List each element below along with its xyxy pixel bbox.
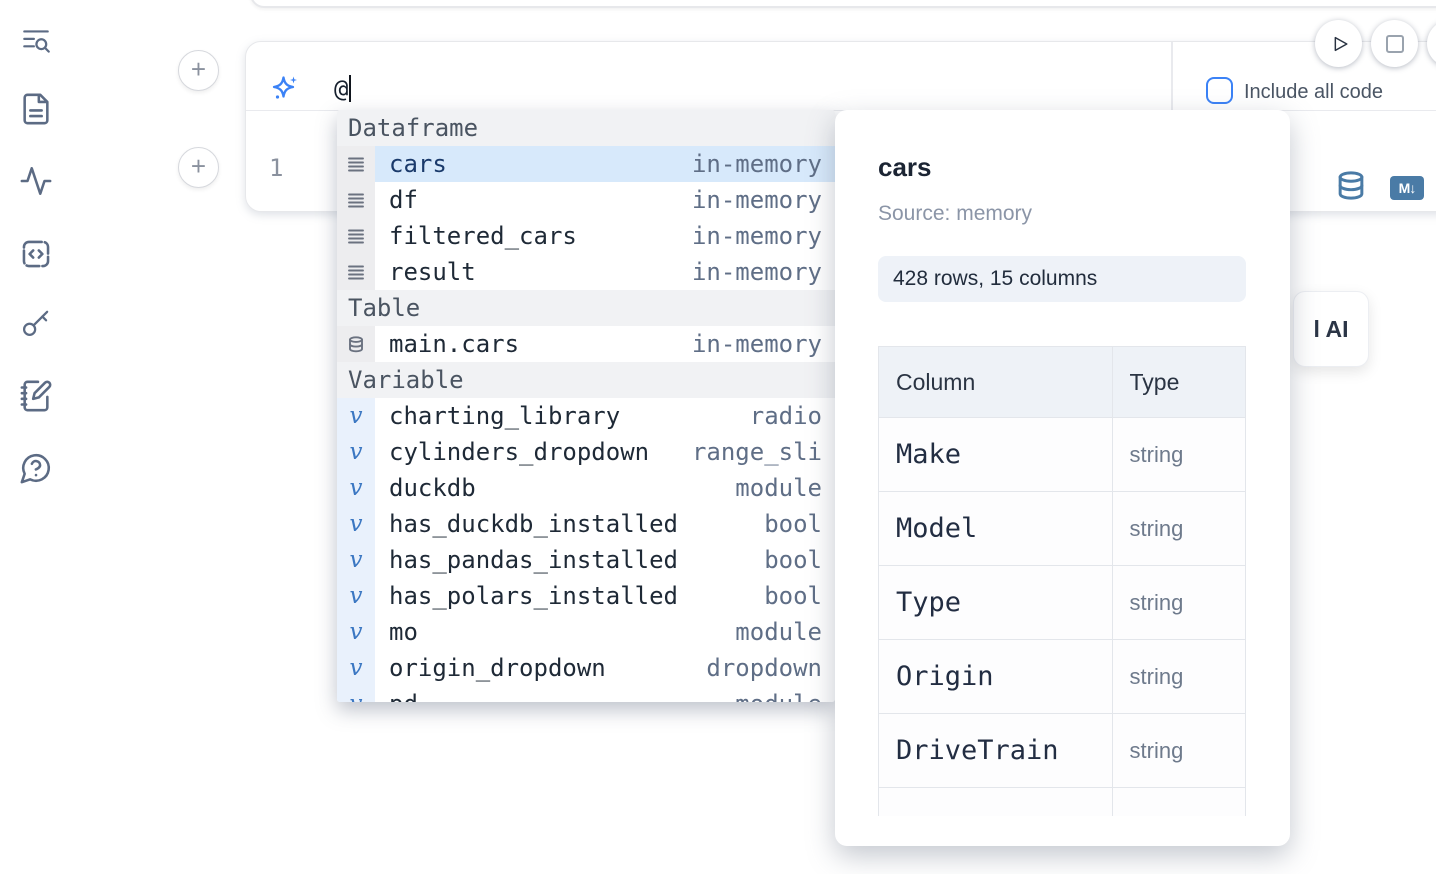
completion-item-pd[interactable]: v pd module [337, 686, 835, 702]
completion-item-cars[interactable]: cars in-memory [337, 146, 835, 182]
variable-icon: v [337, 686, 375, 702]
shape-badge: 428 rows, 15 columns [878, 256, 1246, 302]
preview-title: cars [878, 152, 932, 183]
include-all-code-checkbox[interactable] [1206, 77, 1233, 104]
file-text-icon[interactable] [18, 91, 54, 127]
schema-table: Column Type Make string Model string Typ… [878, 346, 1246, 816]
dataframe-icon [337, 146, 375, 182]
text-cursor [349, 75, 351, 102]
autocomplete-dropdown: Dataframe cars in-memory df in-memory fi… [337, 110, 835, 702]
column-header: Column [879, 347, 1113, 418]
include-all-code-label: Include all code [1244, 81, 1383, 104]
table-row: Origin string [879, 640, 1246, 714]
key-icon[interactable] [18, 306, 54, 342]
markdown-icon[interactable]: M↓ [1390, 176, 1424, 200]
completion-item-has-pandas-installed[interactable]: v has_pandas_installed bool [337, 542, 835, 578]
variable-icon: v [337, 434, 375, 470]
generate-with-ai-button[interactable]: l AI [1293, 291, 1369, 367]
variable-icon: v [337, 614, 375, 650]
table-row: Type string [879, 566, 1246, 640]
prompt-value: @ [334, 75, 348, 103]
table-row: Make string [879, 418, 1246, 492]
variable-icon: v [337, 398, 375, 434]
completion-item-result[interactable]: result in-memory [337, 254, 835, 290]
table-row: Model string [879, 492, 1246, 566]
stop-icon [1386, 35, 1404, 53]
variable-icon: v [337, 542, 375, 578]
stop-cell-button[interactable] [1371, 20, 1418, 67]
completion-item-duckdb[interactable]: v duckdb module [337, 470, 835, 506]
completion-item-filtered-cars[interactable]: filtered_cars in-memory [337, 218, 835, 254]
variable-icon: v [337, 578, 375, 614]
variable-icon: v [337, 650, 375, 686]
previous-cell-fragment [250, 0, 1436, 8]
database-icon[interactable] [1337, 171, 1365, 201]
variable-icon: v [337, 506, 375, 542]
completion-item-has-duckdb-installed[interactable]: v has_duckdb_installed bool [337, 506, 835, 542]
completion-item-df[interactable]: df in-memory [337, 182, 835, 218]
dataframe-preview-panel: cars Source: memory 428 rows, 15 columns… [835, 110, 1290, 846]
add-cell-above-button[interactable]: + [178, 50, 219, 91]
activity-icon[interactable] [18, 163, 54, 199]
completion-item-mo[interactable]: v mo module [337, 614, 835, 650]
notebook-pen-icon[interactable] [18, 378, 54, 414]
help-circle-icon[interactable] [18, 450, 54, 486]
dataframe-icon [337, 218, 375, 254]
run-cell-button[interactable] [1315, 20, 1362, 67]
schema-table-wrap: Column Type Make string Model string Typ… [878, 346, 1246, 816]
completion-item-cylinders-dropdown[interactable]: v cylinders_dropdown range_sli [337, 434, 835, 470]
dataframe-icon [337, 254, 375, 290]
type-header: Type [1112, 347, 1245, 418]
completion-item-charting-library[interactable]: v charting_library radio [337, 398, 835, 434]
section-header-variable: Variable [337, 362, 835, 398]
ai-prompt-input[interactable]: @ [334, 75, 351, 103]
list-search-icon[interactable] [18, 23, 54, 59]
add-cell-below-button[interactable]: + [178, 147, 219, 188]
table-row: DriveTrain string [879, 714, 1246, 788]
line-number: 1 [269, 154, 283, 182]
variable-icon: v [337, 470, 375, 506]
play-icon [1328, 33, 1350, 55]
code-square-icon[interactable] [18, 236, 54, 272]
completion-item-origin-dropdown[interactable]: v origin_dropdown dropdown [337, 650, 835, 686]
section-header-table: Table [337, 290, 835, 326]
table-row [879, 788, 1246, 817]
schema-header-row: Column Type [879, 347, 1246, 418]
sparkles-icon [271, 74, 299, 102]
completion-item-main-cars[interactable]: main.cars in-memory [337, 326, 835, 362]
preview-source: Source: memory [878, 202, 1032, 226]
ai-prompt-row[interactable]: @ Include all code [246, 42, 1436, 111]
section-header-dataframe: Dataframe [337, 110, 835, 146]
input-divider [1171, 42, 1173, 111]
database-icon [337, 326, 375, 362]
completion-item-has-polars-installed[interactable]: v has_polars_installed bool [337, 578, 835, 614]
dataframe-icon [337, 182, 375, 218]
